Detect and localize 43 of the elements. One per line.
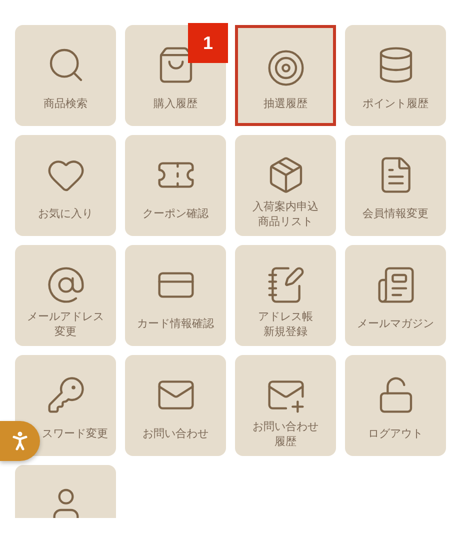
count-badge: 1 (188, 23, 228, 63)
tile-label: メールアドレス (27, 310, 104, 324)
menu-tile[interactable]: 抽選履歴 (235, 25, 336, 126)
menu-tile[interactable]: クーポン確認 (125, 135, 226, 236)
tile-label: 抽選履歴 (264, 97, 308, 112)
tile-label: アドレス帳 (258, 310, 313, 324)
tile-label: 履歴 (274, 434, 296, 450)
menu-tile[interactable]: アドレス帳 新規登録 (235, 245, 336, 346)
key-icon (46, 375, 86, 415)
notebook-icon (266, 265, 306, 305)
tile-label: 商品リスト (258, 214, 313, 230)
tile-label: 会員情報変更 (362, 207, 428, 222)
tile-label: スワード変更 (42, 427, 109, 442)
tile-label: 変更 (54, 324, 76, 340)
menu-tile[interactable]: ログアウト (345, 355, 446, 456)
menu-tile[interactable]: お気に入り (15, 135, 116, 236)
menu-tile[interactable]: メールアドレス 変更 (15, 245, 116, 346)
tile-label: メールマガジン (357, 317, 434, 332)
menu-tile[interactable]: 購入履歴 1 (125, 25, 226, 126)
tile-label: 購入履歴 (154, 97, 198, 112)
tile-label: 入荷案内申込 (252, 200, 318, 214)
newspaper-icon (376, 265, 416, 305)
tile-label: ログアウト (368, 427, 423, 442)
menu-tile[interactable]: カード情報確認 (125, 245, 226, 346)
tile-label: お問い合わせ (252, 420, 318, 434)
menu-tile[interactable]: ポイント履歴 (345, 25, 446, 126)
menu-tile[interactable]: メールマガジン (345, 245, 446, 346)
menu-tile[interactable]: スワード変更 (15, 355, 116, 456)
tile-label: お問い合わせ (142, 427, 208, 442)
at-sign-icon (46, 265, 86, 305)
tile-label: カード情報確認 (137, 317, 214, 332)
target-icon (266, 48, 306, 88)
tile-label: お気に入り (38, 207, 93, 222)
tile-label: 商品検索 (44, 97, 88, 112)
menu-tile[interactable]: お問い合わせ 履歴 (235, 355, 336, 456)
tile-label: ポイント履歴 (362, 97, 428, 112)
accessibility-button[interactable] (0, 421, 40, 461)
menu-tile[interactable]: 商品検索 (15, 25, 116, 126)
menu-tile[interactable]: 入荷案内申込 商品リスト (235, 135, 336, 236)
tile-label: クーポン確認 (142, 207, 208, 222)
menu-tile[interactable]: 会員情報変更 (345, 135, 446, 236)
tile-label: 新規登録 (264, 324, 308, 340)
menu-tile[interactable]: お問い合わせ (125, 355, 226, 456)
